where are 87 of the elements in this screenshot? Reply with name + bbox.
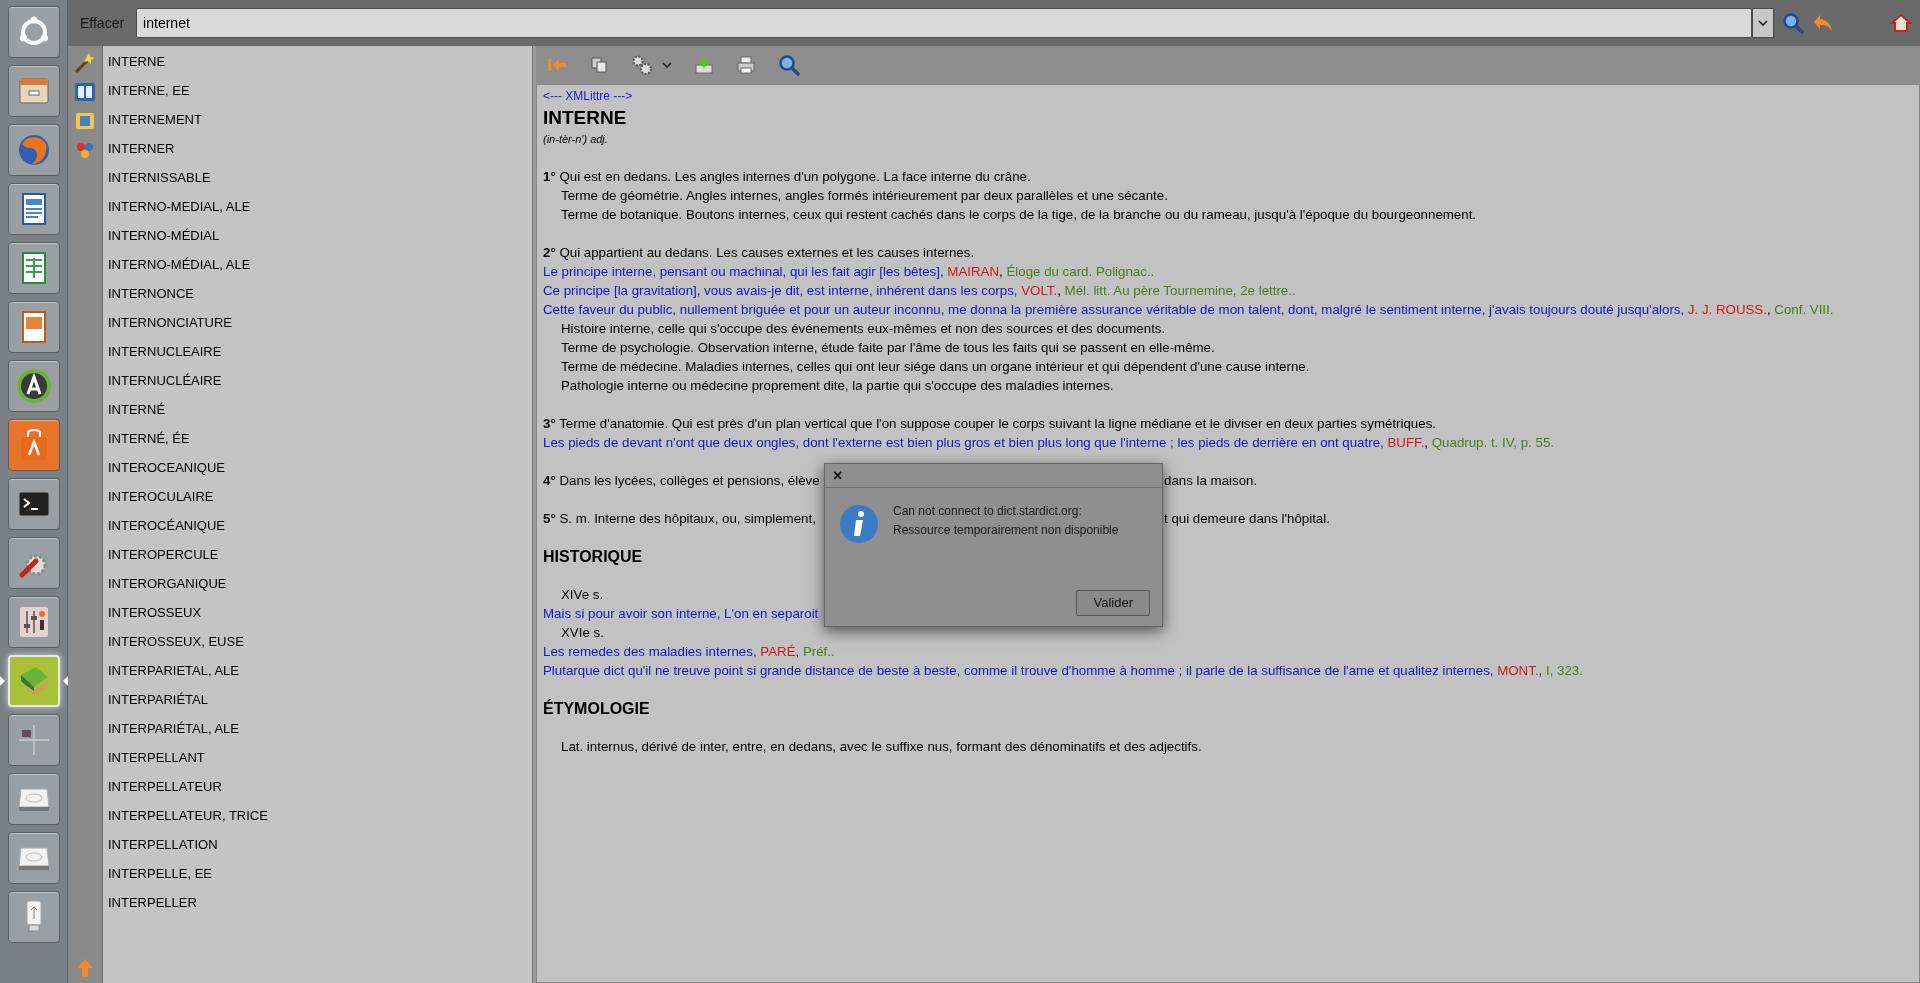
pronunciation: (in-tèr-n') adj.	[543, 132, 608, 147]
definition-line: 4° Dans les lycées, collèges et pensions, élève	[543, 472, 820, 490]
word-list-item[interactable]: INTERPARIÉTAL	[103, 685, 532, 714]
definition-line: Terme de psychologie. Observation interne, étude faite par l'âme de tous les faits qui se passent en elle-même.	[560, 339, 1215, 357]
caret-icon[interactable]	[662, 62, 672, 68]
definition-line: Mais si pour avoir son interne, L'on en separoit	[543, 605, 819, 623]
message-text: Can not connect to dict.stardict.org:	[893, 503, 1083, 520]
ok-button[interactable]: Valider	[1076, 590, 1150, 616]
section-heading: HISTORIQUE	[543, 547, 643, 566]
word-list-item[interactable]: INTERNONCIATURE	[103, 308, 532, 337]
save-icon[interactable]	[694, 55, 714, 75]
launcher-button[interactable]	[7, 537, 60, 589]
launcher-button[interactable]	[7, 596, 60, 648]
word-list-item[interactable]: INTERNO-MEDIAL, ALE	[103, 192, 532, 221]
launcher-button[interactable]	[7, 832, 60, 884]
word-list-item[interactable]: INTEROPERCULE	[103, 540, 532, 569]
running-indicator	[0, 676, 5, 686]
launcher-button[interactable]	[7, 6, 60, 58]
launcher-button[interactable]	[7, 419, 60, 471]
definition-line: 1° Qui est en dedans. Les angles internes d'un polygone. La face interne du crâne.	[543, 168, 1031, 186]
word-list-item[interactable]: INTERNE, EE	[103, 76, 532, 105]
launcher-button[interactable]	[7, 478, 60, 530]
definition-line: Ce principe [la gravitation], vous avais-je dit, est interne, inhérent dans les corps, VOLT., Mél. litt. Au père Tournemine, 2e lettre..	[543, 282, 1296, 300]
word-list-item[interactable]: INTERNE	[103, 47, 532, 76]
definition-line: 3° Terme d'anatomie. Qui est près d'un plan vertical que l'on suppose couper le corps suivant la ligne médiane et le diviser en deux parties symétriques.	[543, 415, 1436, 433]
word-list-item[interactable]: INTERORGANIQUE	[103, 569, 532, 598]
caret-icon	[1758, 20, 1768, 26]
word-list-item[interactable]: INTERNUCLÉAIRE	[103, 366, 532, 395]
word-list-item[interactable]: INTERNONCE	[103, 279, 532, 308]
printer-icon[interactable]	[736, 55, 756, 75]
source-link[interactable]: <--- XMLittre --->	[543, 87, 633, 106]
copy-icon[interactable]	[590, 56, 608, 74]
word-list-item[interactable]: INTERNISSABLE	[103, 163, 532, 192]
gears-icon[interactable]	[630, 54, 654, 76]
word-list-item[interactable]: INTEROSSEUX	[103, 598, 532, 627]
definition-line: Cette faveur du public, nullement briguée et pour un auteur inconnu, me donna la première assurance véritable de mon talent, dont, malgré le sentiment interne, j'avais toujours douté jusqu'alors, J. J. ROUSS., Conf. VIII.	[543, 301, 1834, 319]
launcher-button[interactable]	[7, 360, 60, 412]
word-list-item[interactable]: INTERPELLATION	[103, 830, 532, 859]
search-field[interactable]: internet	[136, 8, 1752, 38]
launcher-button[interactable]	[7, 183, 60, 235]
headword: INTERNE	[543, 106, 627, 130]
definition-line: Plutarque dict qu'il ne treuve point si grande distance de beste à beste, comme il trouve d'homme à homme ; il parle de la suffisance de l'ame et qualitez internes, MONT., I, 323.	[543, 662, 1583, 680]
launcher-button[interactable]	[7, 242, 60, 294]
word-list-item[interactable]: INTERNUCLEAIRE	[103, 337, 532, 366]
definition-line: Terme de géométrie. Angles internes, angles formés intérieurement par deux parallèles et une sécante.	[560, 187, 1168, 205]
word-list-item[interactable]: INTERPARIÉTAL, ALE	[103, 714, 532, 743]
section-heading: ÉTYMOLOGIE	[543, 699, 650, 718]
definition-line: XIVe s.	[560, 586, 604, 604]
word-list-item[interactable]: INTERNEMENT	[103, 105, 532, 134]
launcher-button[interactable]	[7, 773, 60, 825]
word-list-item[interactable]: INTERNÉ, ÉE	[103, 424, 532, 453]
home-icon[interactable]	[1890, 13, 1912, 33]
word-list-item[interactable]: INTEROCULAIRE	[103, 482, 532, 511]
search-icon[interactable]	[1782, 12, 1804, 34]
word-list-item[interactable]: INTERNER	[103, 134, 532, 163]
definition-line: Terme de botanique. Boutons internes, ceux qui restent cachés dans le corps de la tige, de la branche ou du rameau, jusqu'à l'époque du bourgeonnement.	[560, 206, 1477, 224]
definition-line: dans la maison.	[1164, 472, 1258, 490]
definition-line: Terme de médecine. Maladies internes, celles qui ont leur siége dans un organe intérieur et qui dépendent d'une cause interne.	[560, 358, 1310, 376]
word-list-item[interactable]: INTERPELLANT	[103, 743, 532, 772]
definition-line: 5° S. m. Interne des hôpitaux, ou, simplement,	[543, 510, 816, 528]
launcher-button[interactable]	[7, 301, 60, 353]
word-list-item[interactable]: INTERNO-MÉDIAL, ALE	[103, 250, 532, 279]
definition-line: t qui demeure dans l'hôpital.	[1164, 510, 1330, 528]
word-list-item[interactable]: INTERPELLATEUR, TRICE	[103, 801, 532, 830]
definition-line: Les remedes des maladies internes, PARÉ, Préf..	[543, 643, 835, 661]
word-list-item[interactable]: INTERNÉ	[103, 395, 532, 424]
word-list-item[interactable]: INTERPARIETAL, ALE	[103, 656, 532, 685]
definition-line: Pathologie interne ou médecine proprement dite, la partie qui s'occupe des maladies internes.	[560, 377, 1114, 395]
definition-line: XVIe s.	[560, 624, 604, 642]
word-list-item[interactable]: INTEROSSEUX, EUSE	[103, 627, 532, 656]
close-button[interactable]: ×	[833, 467, 843, 484]
dropdown-button[interactable]	[1752, 8, 1774, 38]
word-list-item[interactable]: INTEROCEANIQUE	[103, 453, 532, 482]
message-text: Ressource temporairement non disponible	[893, 522, 1119, 539]
definition-line: Le principe interne, pensant ou machinal, qui les fait agir [les bêtes], MAIRAN, Éloge du card. Polignac..	[543, 263, 1155, 281]
definition-line: 2° Qui appartient au dedans. Les causes externes et les causes internes.	[543, 244, 975, 262]
word-list-item[interactable]: INTERNO-MÉDIAL	[103, 221, 532, 250]
definition-line: Les pieds de devant n'ont que deux ongles, dont l'externe est bien plus gros et bien plus long que l'interne ; les pieds de derrière en ont quatre, BUFF., Quadrup. t. IV, p. 55.	[543, 434, 1554, 452]
word-list-item[interactable]: INTEROCÉANIQUE	[103, 511, 532, 540]
launcher-button[interactable]	[7, 891, 60, 943]
word-list-item[interactable]: INTERPELLATEUR	[103, 772, 532, 801]
info-icon	[839, 504, 879, 544]
definition-line: Histoire interne, celle qui s'occupe des événements eux-mêmes et non des sources et des documents.	[560, 320, 1166, 338]
word-list-item[interactable]: INTERPELLER	[103, 888, 532, 917]
search-icon[interactable]	[778, 54, 800, 76]
definition-line: Lat. internus, dérivé de inter, entre, en dedans, avec le suffixe nus, formant des dénominatifs et des adjectifs.	[560, 738, 1202, 756]
word-list-item[interactable]: INTERPELLE, EE	[103, 859, 532, 888]
